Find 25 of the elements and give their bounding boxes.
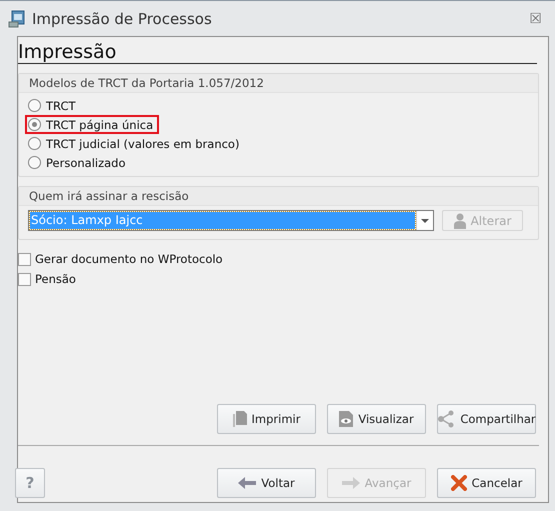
document-icon <box>232 411 247 427</box>
highlighted-option[interactable]: TRCT página única <box>25 115 160 134</box>
radio-option[interactable]: Personalizado <box>25 153 129 172</box>
checkbox-option[interactable]: Gerar documento no WProtocolo <box>18 252 223 266</box>
cross-icon <box>450 475 467 491</box>
back-button[interactable]: Voltar <box>217 468 316 498</box>
group-title: Quem irá assinar a rescisão <box>29 189 189 203</box>
share-icon <box>437 410 456 428</box>
person-icon <box>454 212 466 228</box>
share-button[interactable]: Compartilhar <box>437 404 536 434</box>
page-heading: Impressão <box>18 41 537 64</box>
cancel-button[interactable]: Cancelar <box>437 468 536 498</box>
right-arrow-icon <box>342 477 360 489</box>
radio-option[interactable]: TRCT judicial (valores em branco) <box>25 134 242 153</box>
window-title: Impressão de Processos <box>32 10 213 28</box>
preview-icon <box>339 411 354 427</box>
print-button[interactable]: Imprimir <box>217 404 316 434</box>
window-icon <box>8 10 26 28</box>
checkbox-option[interactable]: Pensão <box>18 272 76 286</box>
preview-button[interactable]: Visualizar <box>327 404 426 434</box>
dropdown-arrow-icon <box>421 218 429 222</box>
group-title: Modelos de TRCT da Portaria 1.057/2012 <box>29 76 264 90</box>
radio-option[interactable]: TRCT <box>25 96 78 115</box>
left-arrow-icon <box>238 477 256 489</box>
close-button[interactable]: ⮽ <box>524 10 547 27</box>
